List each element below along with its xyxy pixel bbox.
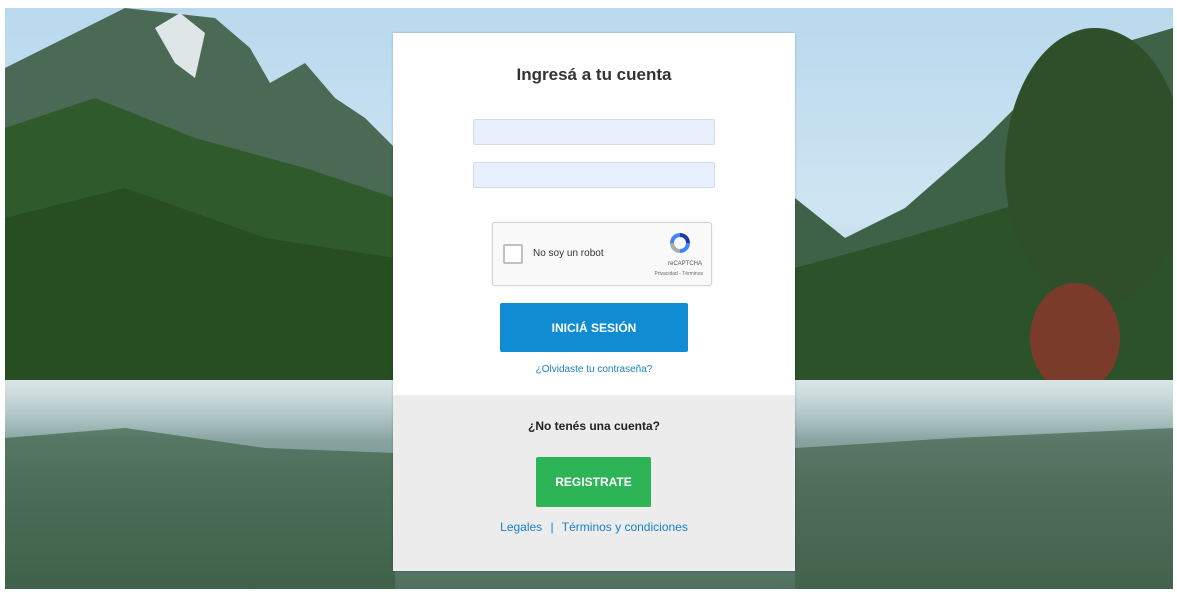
forgot-password-link[interactable]: ¿Olvidaste tu contraseña? [393, 364, 795, 375]
footer-links: Legales | Términos y condiciones [393, 520, 795, 534]
recaptcha-links: Privacidad - Términos [654, 271, 703, 277]
login-section: Ingresá a tu cuenta No soy un robot reCA… [393, 33, 795, 395]
register-button[interactable]: REGISTRATE [536, 457, 651, 507]
recaptcha-logo-icon [670, 233, 690, 253]
page-title: Ingresá a tu cuenta [516, 65, 672, 84]
username-input[interactable] [473, 119, 715, 145]
recaptcha-brand: reCAPTCHA [667, 261, 702, 267]
login-card: Ingresá a tu cuenta No soy un robot reCA… [393, 33, 795, 571]
recaptcha-terms-link[interactable]: Términos [682, 271, 703, 277]
recaptcha-widget: No soy un robot reCAPTCHA Privacidad - T… [492, 222, 712, 286]
password-input[interactable] [473, 162, 715, 188]
no-account-prompt: ¿No tenés una cuenta? [527, 419, 661, 433]
terms-link[interactable]: Términos y condiciones [562, 520, 688, 534]
legales-link[interactable]: Legales [500, 520, 542, 534]
recaptcha-checkbox[interactable] [503, 244, 523, 264]
recaptcha-privacy-link[interactable]: Privacidad [654, 271, 677, 277]
footer-separator: | [550, 520, 554, 534]
recaptcha-label: No soy un robot [533, 248, 604, 259]
login-button[interactable]: INICIÁ SESIÓN [500, 303, 688, 352]
